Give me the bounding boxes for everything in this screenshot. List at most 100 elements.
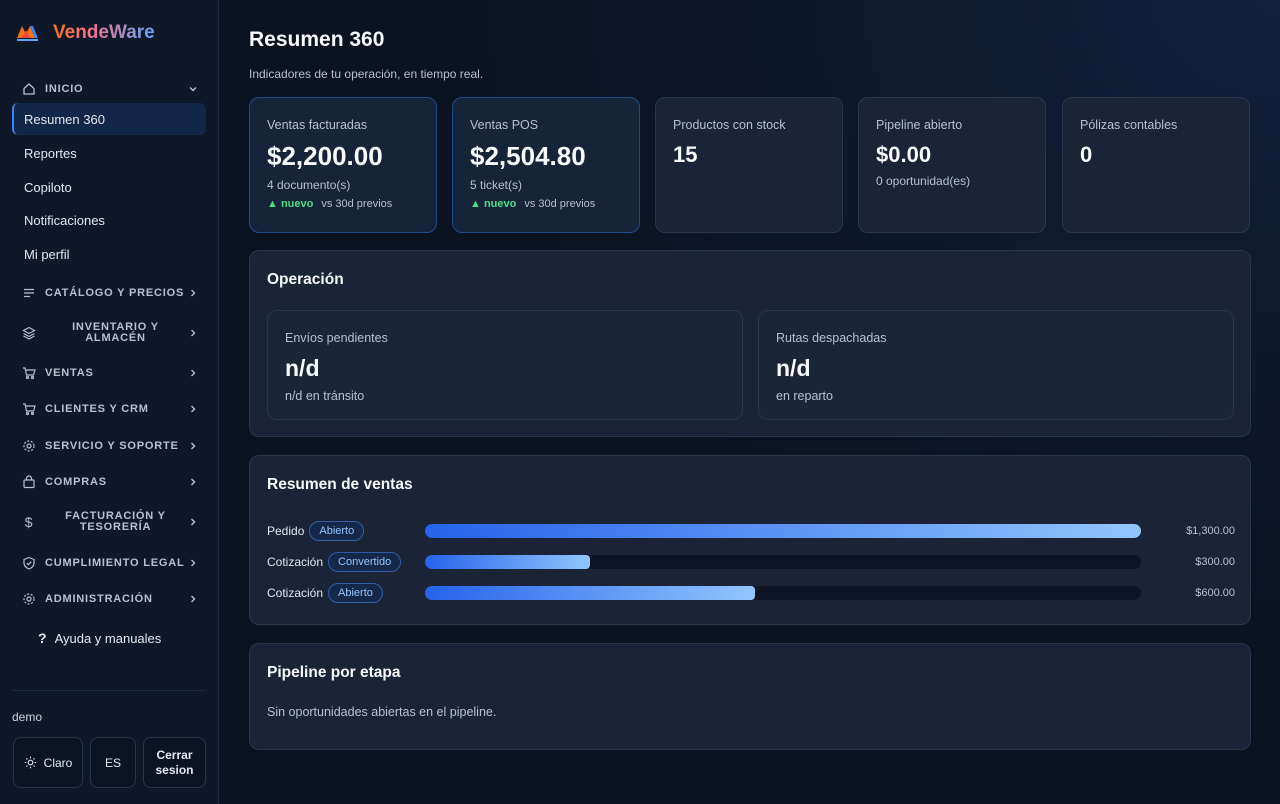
trend-up-label: ▲ nuevo [470,198,517,210]
sales-bar-fill [425,586,756,600]
sales-row[interactable]: Cotización Convertido $300.00 [267,550,1235,574]
sidebar-item-resumen-360[interactable]: Resumen 360 [12,103,206,135]
gear-icon [21,591,37,607]
op-value: n/d [776,355,811,381]
kpi-card-pipeline-abierto[interactable]: Pipeline abierto $0.00 0 oportunidad(es) [858,97,1046,233]
op-card-rutas[interactable]: Rutas despachadas n/d en reparto [758,310,1234,420]
language-label: ES [104,755,121,770]
nav-group-cumplimiento[interactable]: CUMPLIMIENTO LEGAL [12,554,206,572]
gear-icon [21,438,37,454]
nav-group-catalogo[interactable]: CATÁLOGO Y PRECIOS [12,284,206,302]
nav-group-clientes[interactable]: CLIENTES Y CRM [12,400,206,418]
panel-operacion: Operación Envíos pendientes n/d n/d en t… [249,250,1251,437]
sales-amount: $1,300.00 [1186,525,1235,537]
nav-group-label: INVENTARIO Y ALMACÉN [45,322,186,344]
nav-group-servicio[interactable]: SERVICIO Y SOPORTE [12,437,206,455]
kpi-card-ventas-facturadas[interactable]: Ventas facturadas $2,200.00 4 documento(… [249,97,437,233]
chevron-right-icon [186,402,200,416]
empty-state: Sin oportunidades abiertas en el pipelin… [267,705,497,719]
status-badge: Abierto [328,583,383,603]
nav-group-label: SERVICIO Y SOPORTE [45,440,179,452]
op-value: n/d [285,355,320,381]
nav-group-facturacion[interactable]: $ FACTURACIÓN Y TESORERÍA [12,509,206,535]
sales-row[interactable]: Cotización Abierto $600.00 [267,581,1235,605]
logout-label: Cerrar sesion [155,748,193,778]
kpi-label: Pólizas contables [1080,118,1178,132]
sidebar-divider [12,690,206,691]
sidebar-item-notificaciones[interactable]: Notificaciones [12,204,206,236]
nav-group-inventario[interactable]: INVENTARIO Y ALMACÉN [12,320,206,346]
sidebar-item-label: Reportes [24,145,77,161]
brand[interactable]: VendeWare [16,22,155,44]
logout-button[interactable]: Cerrar sesion [143,737,206,788]
status-badge: Abierto [309,521,365,541]
kpi-card-ventas-pos[interactable]: Ventas POS $2,504.80 5 ticket(s) ▲ nuevo… [452,97,640,233]
layers-icon [21,325,37,341]
nav-group-administracion[interactable]: ADMINISTRACIÓN [12,590,206,608]
nav-group-label: ADMINISTRACIÓN [45,593,153,605]
sidebar-item-copiloto[interactable]: Copiloto [12,171,206,203]
bag-icon [21,474,37,490]
kpi-trend: ▲ nuevo vs 30d previos [267,198,419,210]
op-sub: en reparto [776,389,833,403]
chevron-right-icon [186,592,200,606]
nav-group-label-line: TESORERÍA [79,521,152,533]
op-card-envios[interactable]: Envíos pendientes n/d n/d en tránsito [267,310,743,420]
chevron-right-icon [186,326,200,340]
cart-icon [21,401,37,417]
sidebar-item-label: Notificaciones [24,212,105,228]
nav-group-label: CATÁLOGO Y PRECIOS [45,287,185,299]
page-title: Resumen 360 [249,28,385,51]
nav-group-label-line: ALMACÉN [85,332,146,344]
help-link[interactable]: ? Ayuda y manuales [38,630,161,646]
sales-type: Pedido [267,524,305,538]
dollar-icon: $ [24,514,34,530]
help-label: Ayuda y manuales [54,630,162,646]
nav-group-label: CUMPLIMIENTO LEGAL [45,557,185,569]
nav-group-label: COMPRAS [45,476,107,488]
panel-title: Resumen de ventas [267,476,413,493]
sales-row[interactable]: Pedido Abierto $1,300.00 [267,519,1235,543]
sun-icon [24,756,37,769]
kpi-value: 15 [673,142,698,167]
kpi-label: Ventas POS [470,118,539,132]
panel-pipeline: Pipeline por etapa Sin oportunidades abi… [249,643,1251,750]
sidebar-item-reportes[interactable]: Reportes [12,137,206,169]
page-subtitle: Indicadores de tu operación, en tiempo r… [249,67,484,81]
sales-type: Cotización [267,555,324,569]
kpi-card-productos-stock[interactable]: Productos con stock 15 [655,97,843,233]
language-button[interactable]: ES [90,737,136,788]
kpi-card-polizas-contables[interactable]: Pólizas contables 0 [1062,97,1250,233]
theme-toggle-button[interactable]: Claro [13,737,83,788]
brand-name: VendeWare [53,22,155,43]
cart-icon [21,365,37,381]
sidebar: VendeWare INICIO Resumen 360 Reportes Co… [0,0,219,804]
chevron-right-icon [186,439,200,453]
chevron-down-icon [186,82,200,96]
nav-group-inicio[interactable]: INICIO [12,80,206,98]
nav-group-compras[interactable]: COMPRAS [12,473,206,491]
kpi-sub: 5 ticket(s) [470,178,523,192]
kpi-trend: ▲ nuevo vs 30d previos [470,198,622,210]
sales-bar-fill [425,555,591,569]
home-icon [21,81,37,97]
nav-group-label: FACTURACIÓN Y TESORERÍA [45,511,186,533]
kpi-label: Productos con stock [673,118,786,132]
chevron-right-icon [186,366,200,380]
sidebar-item-mi-perfil[interactable]: Mi perfil [12,238,206,270]
chevron-right-icon [186,475,200,489]
kpi-sub: 0 oportunidad(es) [876,174,971,188]
nav-group-ventas[interactable]: VENTAS [12,364,206,382]
sales-type: Cotización [267,586,324,600]
sales-bar-fill [425,524,1141,538]
chevron-right-icon [186,515,200,529]
sidebar-item-label: Mi perfil [24,246,70,262]
main-content: Resumen 360 Indicadores de tu operación,… [220,0,1280,804]
username: demo [12,710,43,724]
kpi-label: Pipeline abierto [876,118,963,132]
kpi-value: $2,200.00 [267,141,383,171]
trend-note: vs 30d previos [524,198,596,210]
sales-bar-track [425,586,1141,600]
kpi-value: $2,504.80 [470,141,586,171]
op-label: Rutas despachadas [776,331,887,345]
